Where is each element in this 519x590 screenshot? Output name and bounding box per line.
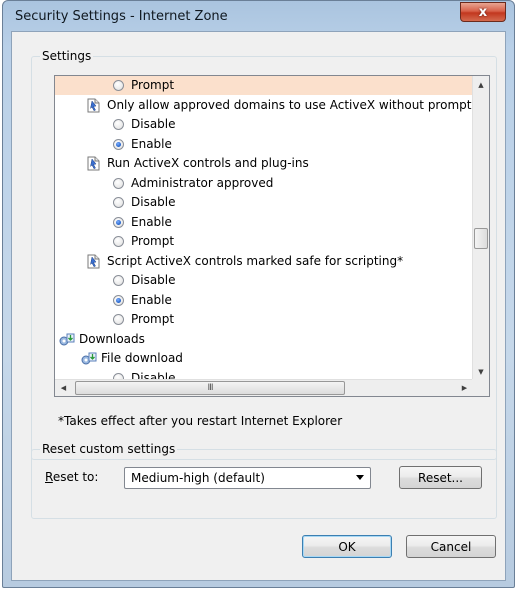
option-label: File download [101,351,183,365]
option-label: Enable [131,136,172,151]
option-label: Administrator approved [131,175,274,190]
reset-button[interactable]: Reset... [399,466,482,489]
radio-unchecked-icon[interactable] [113,177,124,189]
option-label: Prompt [131,312,175,326]
horizontal-scroll-thumb[interactable]: III [75,381,345,395]
option-label: Run ActiveX controls and plug-ins [107,156,309,170]
radio-unchecked-icon[interactable] [113,236,124,247]
ok-button[interactable]: OK [302,535,392,558]
radio-unchecked-icon[interactable] [113,275,124,286]
dialog-client-area: Settings Prompt Only allow approved domai… [11,31,506,581]
close-icon: x [478,4,488,20]
reset-group-label: Reset custom settings [40,442,178,456]
radio-checked-icon[interactable] [113,294,124,306]
radio-option[interactable]: Prompt [55,76,473,95]
scroll-up-button[interactable]: ▲ [473,76,489,93]
radio-unchecked-icon[interactable] [113,119,124,130]
option-label: Only allow approved domains to use Activ… [107,97,472,112]
reset-level-select[interactable]: Medium-high (default) [124,467,371,489]
radio-unchecked-icon[interactable] [113,314,124,325]
reset-level-value: Medium-high (default) [131,471,265,485]
scroll-grip-icon: III [207,383,214,393]
option-label: Enable [131,292,172,307]
reset-button-label: Reset... [418,470,463,485]
cancel-button[interactable]: Cancel [406,535,496,558]
radio-unchecked-icon[interactable] [113,80,124,91]
horizontal-scrollbar[interactable]: ◀ III ▶ [55,379,473,396]
scroll-down-button[interactable]: ▼ [473,363,489,380]
setting-page-icon [87,254,100,268]
security-settings-window: Security Settings - Internet Zone x Sett… [2,0,515,588]
scrollbar-corner [472,379,489,396]
scroll-right-button[interactable]: ▶ [456,380,473,396]
ok-button-label: OK [338,539,356,554]
reset-to-label: Reset to: [45,470,99,484]
option-label: Downloads [79,331,145,346]
window-title: Security Settings - Internet Zone [15,9,228,24]
option-label: Disable [131,117,176,131]
setting-page-icon [87,156,100,171]
option-label: Script ActiveX controls marked safe for … [107,253,404,268]
vertical-scroll-thumb[interactable] [474,228,488,249]
vertical-scrollbar[interactable]: ▲ ▼ [472,76,489,380]
reset-custom-settings-group: Reset custom settings Reset to: Medium-h… [31,442,497,519]
option-label: Disable [131,273,176,287]
restart-note: *Takes effect after you restart Internet… [58,414,343,428]
option-label: Disable [131,195,176,209]
cancel-button-label: Cancel [430,539,472,554]
settings-group: Settings Prompt Only allow approved domai… [31,49,497,460]
chevron-down-icon [356,475,364,480]
settings-group-label: Settings [40,49,94,63]
setting-page-icon [87,98,100,112]
close-button[interactable]: x [460,2,506,22]
radio-checked-icon[interactable] [113,138,124,150]
settings-tree-content: Prompt Only allow approved domains to use… [55,76,473,380]
download-gear-icon [59,333,75,345]
option-label: Prompt [131,234,175,248]
scroll-left-button[interactable]: ◀ [55,380,72,396]
radio-checked-icon[interactable] [113,216,124,228]
title-bar[interactable]: Security Settings - Internet Zone x [3,1,514,31]
radio-unchecked-icon[interactable] [113,197,124,208]
option-label: Enable [131,214,172,229]
download-gear-icon [81,352,97,365]
option-label: Prompt [131,78,175,92]
settings-tree[interactable]: Prompt Only allow approved domains to use… [54,75,490,397]
